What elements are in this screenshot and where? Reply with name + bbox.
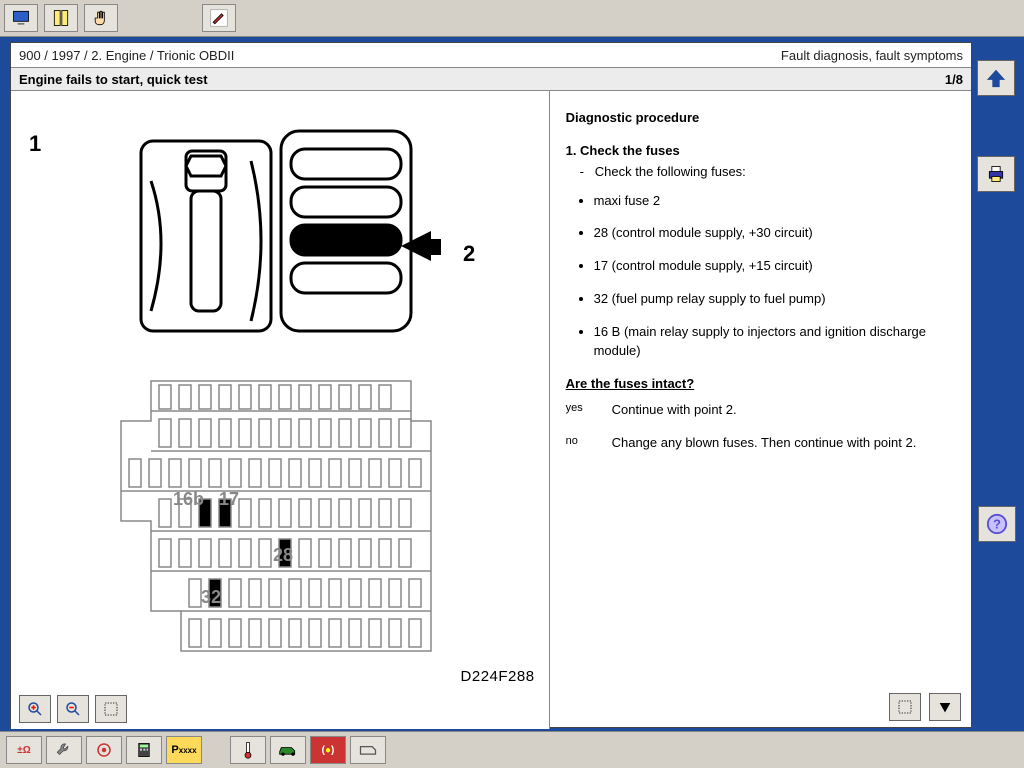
- answer-yes-row: yes Continue with point 2.: [566, 401, 957, 420]
- svg-text:?: ?: [993, 517, 1001, 532]
- answer-no-row: no Change any blown fuses. Then continue…: [566, 434, 957, 453]
- ohm-tool-button[interactable]: ±Ω: [6, 736, 42, 764]
- pencil-icon-button[interactable]: [202, 4, 236, 32]
- print-button[interactable]: [977, 156, 1015, 192]
- car-tool-button[interactable]: [270, 736, 306, 764]
- breadcrumb: 900 / 1997 / 2. Engine / Trionic OBDII: [19, 48, 234, 63]
- bottom-toolbar: ±Ω Pxxxx (●): [0, 731, 1024, 768]
- section-label: Fault diagnosis, fault symptoms: [781, 48, 963, 63]
- hand-icon-button[interactable]: [84, 4, 118, 32]
- diagram-pane: 1: [11, 91, 550, 729]
- content-panel: 900 / 1997 / 2. Engine / Trionic OBDII F…: [10, 42, 972, 728]
- wrench-tool-button[interactable]: [46, 736, 82, 764]
- title-bar: Engine fails to start, quick test 1/8: [11, 67, 971, 91]
- zoom-out-button[interactable]: [57, 695, 89, 723]
- computer-icon-button[interactable]: [4, 4, 38, 32]
- help-button[interactable]: ?: [978, 506, 1016, 542]
- warning-tool-button[interactable]: (●): [310, 736, 346, 764]
- yes-label: yes: [566, 401, 612, 420]
- procedure-pane: Diagnostic procedure 1. Check the fuses …: [550, 91, 971, 729]
- fit-view-button[interactable]: [95, 695, 127, 723]
- engine-tool-button[interactable]: [350, 736, 386, 764]
- step-1-subtext: Check the following fuses:: [595, 164, 746, 179]
- yes-text: Continue with point 2.: [612, 401, 737, 420]
- fuse-item: 28 (control module supply, +30 circuit): [594, 224, 957, 243]
- side-toolbar: [976, 60, 1016, 192]
- engine-diagram: [131, 121, 441, 341]
- diagram-code: D224F288: [461, 668, 535, 685]
- page-title: Engine fails to start, quick test: [19, 72, 208, 87]
- diagram-toolbar: [19, 695, 127, 723]
- step-1-title: 1. Check the fuses: [566, 142, 957, 161]
- fuse-label-16b: 16b: [173, 489, 204, 510]
- procedure-heading: Diagnostic procedure: [566, 109, 957, 128]
- target-tool-button[interactable]: [86, 736, 122, 764]
- fuse-item: 32 (fuel pump relay supply to fuel pump): [594, 290, 957, 309]
- breadcrumb-bar: 900 / 1997 / 2. Engine / Trionic OBDII F…: [11, 43, 971, 67]
- zoom-in-button[interactable]: [19, 695, 51, 723]
- top-toolbar: [0, 0, 1024, 37]
- no-label: no: [566, 434, 612, 453]
- fuse-label-32: 32: [201, 587, 221, 608]
- fuse-label-17: 17: [219, 489, 239, 510]
- app-window: 900 / 1997 / 2. Engine / Trionic OBDII F…: [0, 0, 1024, 768]
- fuse-item: 17 (control module supply, +15 circuit): [594, 257, 957, 276]
- calculator-tool-button[interactable]: [126, 736, 162, 764]
- fuse-item: 16 B (main relay supply to injectors and…: [594, 323, 957, 361]
- callout-2: 2: [463, 241, 475, 267]
- grid-icon-button[interactable]: [889, 693, 921, 721]
- parking-tool-button[interactable]: Pxxxx: [166, 736, 202, 764]
- up-arrow-button[interactable]: [977, 60, 1015, 96]
- notes-icon-button[interactable]: [44, 4, 78, 32]
- body-split: 1: [11, 91, 971, 729]
- fuse-label-28: 28: [273, 545, 293, 566]
- page-number: 1/8: [945, 72, 963, 87]
- next-page-button[interactable]: [929, 693, 961, 721]
- thermometer-tool-button[interactable]: [230, 736, 266, 764]
- no-text: Change any blown fuses. Then continue wi…: [612, 434, 917, 453]
- callout-1: 1: [29, 131, 41, 157]
- fusebox-diagram: [111, 361, 441, 671]
- fuse-list: maxi fuse 2 28 (control module supply, +…: [566, 192, 957, 361]
- question-text: Are the fuses intact?: [566, 375, 957, 394]
- procedure-footer: [889, 693, 961, 721]
- fuse-item: maxi fuse 2: [594, 192, 957, 211]
